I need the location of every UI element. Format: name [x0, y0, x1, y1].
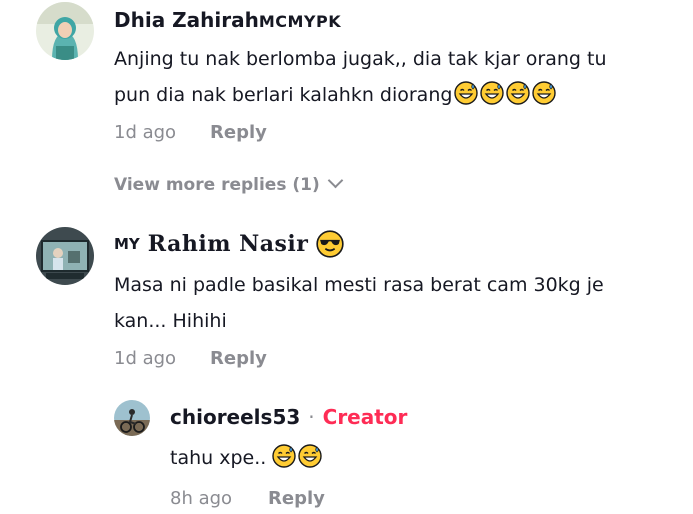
- timestamp: 1d ago: [114, 122, 177, 143]
- sunglasses-emoji: [316, 230, 344, 258]
- timestamp: 8h ago: [170, 488, 233, 509]
- username[interactable]: MY Rahim Nasir: [114, 230, 344, 258]
- username[interactable]: Dhia ZahirahMCMYPK: [114, 8, 341, 32]
- username-prefix: MY: [114, 235, 140, 253]
- reply-button[interactable]: Reply: [210, 348, 267, 369]
- avatar[interactable]: [114, 400, 150, 436]
- reply-button[interactable]: Reply: [210, 122, 267, 143]
- comment-text: Masa ni padle basikal mesti rasa berat c…: [114, 267, 674, 339]
- sweat-smile-emoji: [272, 444, 296, 468]
- sweat-smile-emoji: [298, 444, 322, 468]
- view-more-label: View more replies (1): [114, 175, 320, 195]
- reply-text: tahu xpe..: [170, 440, 670, 476]
- comment-line-2: kan... Hihihi: [114, 310, 227, 332]
- comment-text: Anjing tu nak berlomba jugak,, dia tak k…: [114, 41, 674, 113]
- sweat-smile-emoji: [454, 81, 478, 105]
- sweat-smile-emoji: [480, 81, 504, 105]
- username-text: Dhia Zahirah: [114, 8, 259, 32]
- comment-line-2-text: pun dia nak berlari kalahkn diorang: [114, 84, 453, 106]
- avatar[interactable]: [36, 227, 94, 285]
- comment-line-1: Masa ni padle basikal mesti rasa berat c…: [114, 274, 604, 296]
- comment-line-1: Anjing tu nak berlomba jugak,, dia tak k…: [114, 48, 607, 70]
- chevron-down-icon: [327, 172, 344, 189]
- sweat-smile-emoji: [532, 81, 556, 105]
- separator: ·: [308, 405, 315, 429]
- avatar[interactable]: [36, 2, 94, 60]
- username-text: chioreels53: [170, 405, 301, 429]
- timestamp: 1d ago: [114, 348, 177, 369]
- username[interactable]: chioreels53 · Creator: [170, 405, 407, 429]
- username-suffix: MCMYPK: [258, 12, 342, 31]
- username-text: Rahim Nasir: [147, 231, 309, 257]
- view-more-replies-button[interactable]: View more replies (1): [114, 172, 344, 195]
- sweat-smile-emoji: [506, 81, 530, 105]
- reply-text-content: tahu xpe..: [170, 447, 267, 469]
- creator-badge: Creator: [322, 405, 408, 429]
- reply-button[interactable]: Reply: [268, 488, 325, 509]
- comment-line-2: pun dia nak berlari kalahkn diorang: [114, 77, 674, 113]
